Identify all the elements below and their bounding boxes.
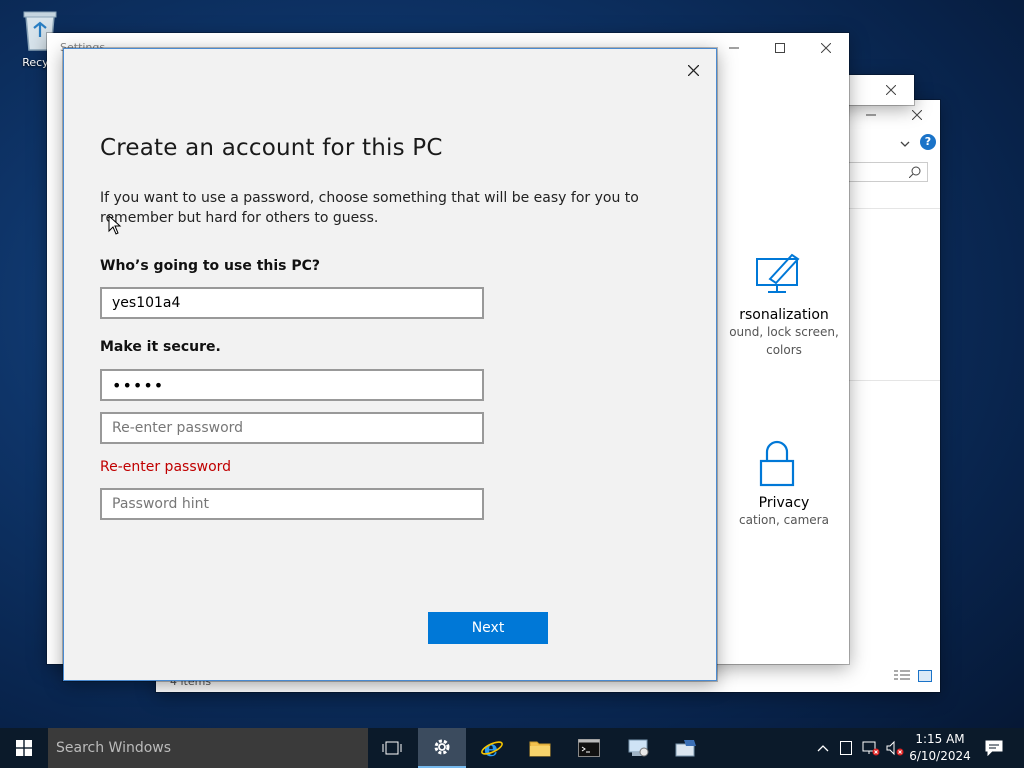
close-button[interactable] [803,33,849,63]
divider [848,208,940,209]
taskbar-app-2[interactable] [662,728,710,768]
tile-desc: ound, lock screen, [729,325,839,339]
clock-time: 1:15 AM [915,732,965,746]
error-message: Re-enter password [100,459,232,475]
tile-personalization[interactable]: rsonalization ound, lock screen, colors [719,251,849,359]
who-label: Who’s going to use this PC? [100,258,321,274]
tile-name: rsonalization [739,307,829,323]
taskbar: Search Windows e 1:15 AM 6/10/2024 [0,728,1024,768]
tile-desc: cation, camera [739,513,829,527]
search-box[interactable] [848,162,928,182]
taskbar-app-1[interactable] [614,728,662,768]
create-account-dialog[interactable]: Create an account for this PC If you wan… [63,48,717,681]
tile-desc: colors [766,343,802,357]
intro-text: If you want to use a password, choose so… [100,190,639,226]
close-icon [821,43,831,53]
personalization-icon [756,253,800,293]
tile-name: Privacy [758,495,810,511]
folder-icon [529,741,551,757]
clock-date: 6/10/2024 [909,749,971,763]
secure-label: Make it secure. [100,339,221,355]
tray-app-icon[interactable] [836,728,856,768]
taskbar-file-explorer[interactable] [516,728,564,768]
maximize-button[interactable] [757,33,803,63]
help-icon[interactable]: ? [920,134,936,150]
chevron-down-icon[interactable] [900,134,910,153]
taskbar-settings[interactable] [418,728,466,768]
taskbar-cmd[interactable] [565,728,613,768]
network-icon[interactable] [860,728,882,768]
username-input[interactable] [100,287,484,319]
next-button[interactable]: Next [428,612,548,644]
taskbar-ie[interactable]: e [468,728,516,768]
close-button[interactable] [868,75,914,105]
details-view-icon[interactable] [894,667,910,686]
task-view-icon [382,741,402,755]
notifications-icon [985,740,1003,756]
minimize-icon [729,47,739,49]
task-view-button[interactable] [368,728,416,768]
dialog-title: Create an account for this PC [100,135,443,161]
divider [848,380,940,381]
internet-explorer-icon: e [481,737,503,759]
server-manager-icon [675,740,696,757]
minimize-icon [866,114,876,116]
command-prompt-icon [578,739,600,757]
start-button[interactable] [0,728,48,768]
taskbar-search[interactable]: Search Windows [48,728,368,768]
chevron-up-icon [817,745,829,752]
computer-management-icon [628,739,649,757]
lock-icon [759,440,795,487]
minimize-button[interactable] [711,33,757,63]
close-icon [912,110,922,120]
action-center-button[interactable] [982,728,1006,768]
large-icons-view-icon[interactable] [918,667,932,686]
search-icon [909,166,921,178]
svg-text:e: e [484,737,498,759]
gear-icon [434,739,450,755]
tile-privacy[interactable]: Privacy cation, camera [719,439,849,529]
password-hint-input[interactable] [100,488,484,520]
clock[interactable]: 1:15 AM 6/10/2024 [900,731,980,765]
show-hidden-icons[interactable] [814,728,832,768]
maximize-icon [775,43,785,53]
close-button[interactable] [678,55,708,85]
cursor-icon [108,215,122,235]
close-icon [687,64,699,76]
password-input[interactable] [100,369,484,401]
reenter-password-input[interactable] [100,412,484,444]
close-icon [886,85,896,95]
windows-logo-icon [16,740,32,756]
